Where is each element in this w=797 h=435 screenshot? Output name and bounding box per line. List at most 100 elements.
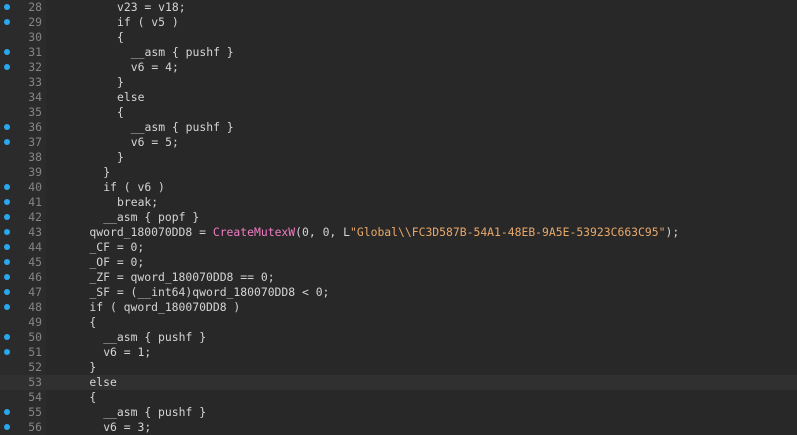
code-text[interactable]: if ( qword_180070DD8 )	[89, 300, 240, 315]
code-line[interactable]: 33}	[0, 75, 797, 90]
code-text[interactable]: else	[117, 90, 144, 105]
line-number: 46	[28, 270, 42, 284]
code-text[interactable]: __asm { pushf }	[103, 330, 206, 345]
code-text[interactable]: __asm { pushf }	[131, 120, 234, 135]
code-line[interactable]: 49 {	[0, 315, 797, 330]
code-text[interactable]: v6 = 1;	[103, 345, 151, 360]
code-text[interactable]: }	[103, 165, 110, 180]
code-token: }	[103, 165, 111, 179]
code-text[interactable]: {	[117, 30, 124, 45]
line-number: 30	[28, 30, 42, 44]
code-text[interactable]: _CF = 0;	[89, 240, 144, 255]
code-text[interactable]: __asm { pushf }	[103, 405, 206, 420]
code-line[interactable]: 53 else	[0, 375, 797, 390]
code-line[interactable]: 37 v6 = 5;	[0, 135, 797, 150]
code-text[interactable]: }	[117, 75, 124, 90]
code-text[interactable]: {	[89, 390, 96, 405]
line-number: 39	[28, 165, 42, 179]
code-line[interactable]: 42 __asm { popf }	[0, 210, 797, 225]
line-number: 40	[28, 180, 42, 194]
breakpoint-dot-icon[interactable]	[4, 244, 10, 250]
code-line[interactable]: 29 if ( v5 )	[0, 15, 797, 30]
code-text[interactable]: {	[89, 315, 96, 330]
code-line[interactable]: 34 else	[0, 90, 797, 105]
code-line[interactable]: 35 {	[0, 105, 797, 120]
line-number: 36	[28, 120, 42, 134]
code-line[interactable]: 48 if ( qword_180070DD8 )	[0, 300, 797, 315]
code-text[interactable]: }	[89, 360, 96, 375]
code-text[interactable]: _OF = 0;	[89, 255, 144, 270]
breakpoint-dot-icon[interactable]	[4, 289, 10, 295]
code-line[interactable]: 36 __asm { pushf }	[0, 120, 797, 135]
line-number: 52	[28, 360, 42, 374]
line-number: 45	[28, 255, 42, 269]
breakpoint-dot-icon[interactable]	[4, 229, 10, 235]
breakpoint-dot-icon[interactable]	[4, 409, 10, 415]
code-token: CreateMutexW	[212, 225, 296, 239]
code-token: __asm { pushf }	[130, 45, 234, 59]
code-line[interactable]: 39}	[0, 165, 797, 180]
breakpoint-dot-icon[interactable]	[4, 334, 10, 340]
code-text[interactable]: _ZF = qword_180070DD8 == 0;	[89, 270, 274, 285]
breakpoint-dot-icon[interactable]	[4, 4, 10, 10]
code-token: {	[117, 30, 124, 44]
code-line[interactable]: 43 qword_180070DD8 = CreateMutexW(0, 0, L…	[0, 225, 797, 240]
pseudocode-editor[interactable]: 28 v23 = v18; 29 if ( v5 ) 30 {31 __asm { push…	[0, 0, 797, 435]
code-text[interactable]: v6 = 5;	[131, 135, 179, 150]
code-line[interactable]: 32 v6 = 4;	[0, 60, 797, 75]
code-text[interactable]: if ( v5 )	[117, 15, 179, 30]
code-line[interactable]: 40 if ( v6 )	[0, 180, 797, 195]
code-text[interactable]: if ( v6 )	[103, 180, 165, 195]
code-line[interactable]: 41 break;	[0, 195, 797, 210]
line-number: 50	[28, 330, 42, 344]
breakpoint-dot-icon[interactable]	[4, 199, 10, 205]
code-text[interactable]: v23 = v18;	[117, 0, 186, 15]
breakpoint-dot-icon[interactable]	[4, 19, 10, 25]
code-line[interactable]: 38}	[0, 150, 797, 165]
code-token: if ( v6 )	[103, 180, 165, 194]
line-number: 51	[28, 345, 42, 359]
code-line[interactable]: 30 {	[0, 30, 797, 45]
code-text[interactable]: __asm { popf }	[103, 210, 199, 225]
breakpoint-dot-icon[interactable]	[4, 184, 10, 190]
code-text[interactable]: _SF = (__int64)qword_180070DD8 < 0;	[89, 285, 329, 300]
code-line[interactable]: 55 __asm { pushf }	[0, 405, 797, 420]
code-line[interactable]: 31 __asm { pushf }	[0, 45, 797, 60]
code-text[interactable]: break;	[117, 195, 158, 210]
code-text[interactable]: }	[117, 150, 124, 165]
code-text[interactable]: __asm { pushf }	[131, 45, 234, 60]
line-number: 37	[28, 135, 42, 149]
line-number: 34	[28, 90, 42, 104]
code-text[interactable]: {	[117, 105, 124, 120]
breakpoint-dot-icon[interactable]	[4, 64, 10, 70]
code-text[interactable]: v6 = 3;	[103, 420, 151, 435]
breakpoint-dot-icon[interactable]	[4, 259, 10, 265]
code-text[interactable]: v6 = 4;	[131, 60, 179, 75]
code-line[interactable]: 47 _SF = (__int64)qword_180070DD8 < 0;	[0, 285, 797, 300]
code-line[interactable]: 46 _ZF = qword_180070DD8 == 0;	[0, 270, 797, 285]
code-line[interactable]: 51 v6 = 1;	[0, 345, 797, 360]
breakpoint-dot-icon[interactable]	[4, 424, 10, 430]
breakpoint-dot-icon[interactable]	[4, 124, 10, 130]
code-text[interactable]: qword_180070DD8 = CreateMutexW(0, 0, L"G…	[89, 225, 679, 240]
code-line[interactable]: 28 v23 = v18;	[0, 0, 797, 15]
code-line[interactable]: 52}	[0, 360, 797, 375]
code-text[interactable]: else	[89, 375, 116, 390]
code-token: qword_180070DD8 =	[89, 225, 213, 239]
code-line[interactable]: 54 {	[0, 390, 797, 405]
code-line[interactable]: 45 _OF = 0;	[0, 255, 797, 270]
code-line[interactable]: 50 __asm { pushf }	[0, 330, 797, 345]
line-number: 43	[28, 225, 42, 239]
breakpoint-dot-icon[interactable]	[4, 49, 10, 55]
breakpoint-dot-icon[interactable]	[4, 304, 10, 310]
code-token: {	[89, 315, 97, 329]
breakpoint-dot-icon[interactable]	[4, 214, 10, 220]
code-token: "Global\\FC3D587B-54A1-48EB-9A5E-53923C6…	[350, 225, 666, 239]
code-line[interactable]: 44 _CF = 0;	[0, 240, 797, 255]
breakpoint-dot-icon[interactable]	[4, 349, 10, 355]
breakpoint-dot-icon[interactable]	[4, 274, 10, 280]
code-line[interactable]: 56 v6 = 3;	[0, 420, 797, 435]
code-token: if ( v5 )	[117, 15, 179, 29]
code-token: _SF = (__int64)qword_180070DD8 < 0;	[89, 285, 330, 299]
breakpoint-dot-icon[interactable]	[4, 139, 10, 145]
